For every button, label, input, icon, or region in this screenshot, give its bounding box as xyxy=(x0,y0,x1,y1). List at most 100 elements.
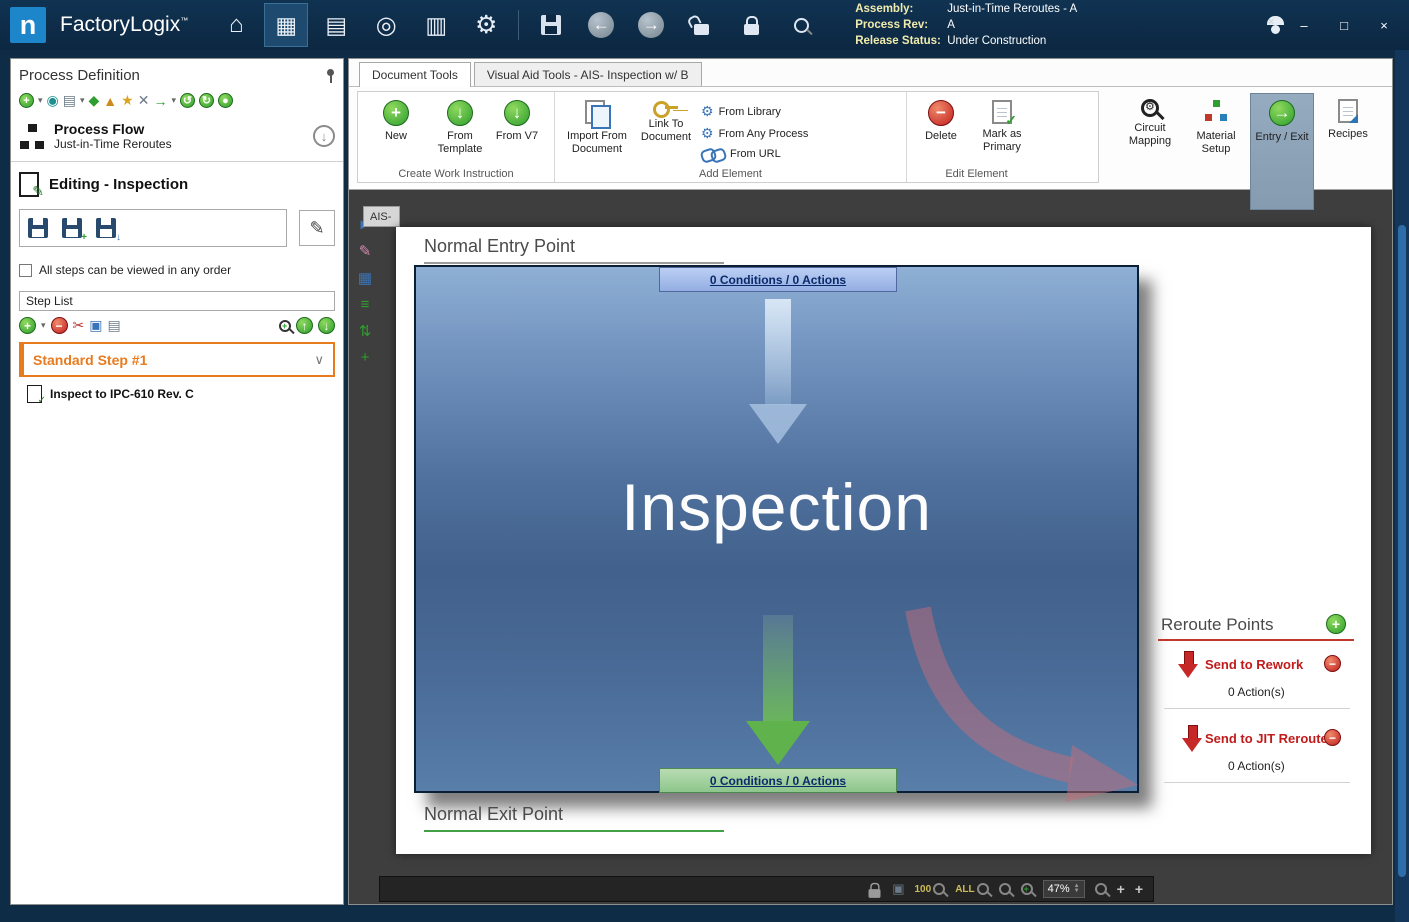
content-area: Document Tools Visual Aid Tools - AIS- I… xyxy=(348,58,1393,905)
audit-search-button[interactable] xyxy=(779,3,823,47)
zoom-fit-all-button[interactable]: ALL xyxy=(955,883,988,895)
zoom-out-icon[interactable] xyxy=(999,883,1011,895)
entry-exit-button[interactable]: → Entry / Exit xyxy=(1250,93,1314,210)
exit-conditions-link[interactable]: 0 Conditions / 0 Actions xyxy=(659,768,897,793)
step-chevron-icon[interactable]: ∨ xyxy=(314,352,324,368)
web-publish-icon[interactable]: ◉ xyxy=(47,92,59,109)
list-view-icon[interactable]: ≡ xyxy=(361,296,370,313)
normal-entry-point-label: Normal Entry Point xyxy=(424,236,575,257)
delete-process-icon[interactable]: ✕ xyxy=(138,92,150,109)
zoom-step-icon[interactable]: + xyxy=(279,320,291,332)
back-icon: ← xyxy=(588,12,614,38)
mark-as-primary-button[interactable]: ✓ Mark as Primary xyxy=(971,96,1033,153)
jit-actions-label[interactable]: 0 Action(s) xyxy=(1228,759,1285,773)
sync-icon[interactable]: ● xyxy=(218,93,233,108)
move-step-up-icon[interactable]: ↑ xyxy=(296,317,313,334)
from-url-button[interactable]: From URL xyxy=(701,147,819,160)
paintbrush-icon[interactable]: ✎ xyxy=(359,242,372,260)
tools-icon[interactable]: ▲ xyxy=(103,93,117,109)
favorite-star-icon[interactable]: ★ xyxy=(121,92,134,109)
tab-document-tools[interactable]: Document Tools xyxy=(359,62,471,87)
process-flow-row[interactable]: Process Flow Just-in-Time Reroutes ↓ xyxy=(19,121,335,151)
close-button[interactable]: × xyxy=(1369,14,1399,36)
add-reroute-button[interactable]: + xyxy=(1326,614,1346,634)
unlock-button[interactable] xyxy=(679,3,723,47)
print-icon[interactable]: ▤ xyxy=(63,92,76,109)
material-setup-button[interactable]: Material Setup xyxy=(1184,93,1248,181)
undo-button[interactable]: ← xyxy=(579,3,623,47)
nav-tracking-button[interactable]: ◎ xyxy=(364,3,408,47)
move-step-down-icon[interactable]: ↓ xyxy=(318,317,335,334)
inspection-operation-box[interactable]: 0 Conditions / 0 Actions Inspection 0 Co… xyxy=(414,265,1139,793)
from-v7-button[interactable]: ↓ From V7 xyxy=(494,96,540,143)
send-to-jit-reroute-link[interactable]: Send to JIT Reroute xyxy=(1205,731,1328,746)
add-process-icon[interactable]: + xyxy=(19,93,34,108)
step-list-header: Step List xyxy=(19,291,335,311)
grid-view-icon[interactable]: ▦ xyxy=(358,269,372,287)
nav-process-definition-button[interactable]: ▦ xyxy=(264,3,308,47)
window-right-scroll-edge[interactable] xyxy=(1395,50,1409,922)
copy-icon[interactable]: ▣ xyxy=(89,317,102,334)
share-icon[interactable]: → xyxy=(153,93,167,109)
rework-actions-label[interactable]: 0 Action(s) xyxy=(1228,685,1285,699)
step-list-item-selected[interactable]: Standard Step #1 ∨ xyxy=(19,342,335,377)
maximize-button[interactable]: □ xyxy=(1329,14,1359,36)
nav-reports-button[interactable]: ▥ xyxy=(414,3,458,47)
ribbon-right-buttons: ⚙ Circuit Mapping Material Setup → Entry… xyxy=(1118,93,1380,210)
stack-icon: ▤ xyxy=(325,12,347,39)
from-template-button[interactable]: ↓ From Template xyxy=(430,96,490,155)
save-definition-button[interactable] xyxy=(23,213,53,243)
snapshot-icon[interactable]: ▣ xyxy=(892,881,904,897)
minimize-button[interactable]: – xyxy=(1289,14,1319,36)
zoom-pan-icon[interactable]: + xyxy=(1135,881,1143,897)
new-button[interactable]: + New xyxy=(366,96,426,143)
edit-step-button[interactable]: ✎ xyxy=(299,210,335,246)
collapse-chevron-icon[interactable]: ↓ xyxy=(313,125,335,147)
circuit-mapping-button[interactable]: ⚙ Circuit Mapping xyxy=(1118,93,1182,181)
nav-settings-button[interactable]: ⚙ xyxy=(464,3,508,47)
add-step-icon[interactable]: + xyxy=(19,317,36,334)
expand-icon[interactable]: + xyxy=(361,349,370,366)
from-library-button[interactable]: ⚙ From Library xyxy=(701,103,819,120)
step-sub-item[interactable]: ✓ Inspect to IPC-610 Rev. C xyxy=(19,385,335,403)
remove-jit-button[interactable]: − xyxy=(1324,729,1341,746)
add-step-caret-icon[interactable]: ▾ xyxy=(41,320,46,331)
link-to-document-button[interactable]: Link To Document xyxy=(635,96,697,143)
reorder-icon[interactable]: ⇅ xyxy=(359,322,372,340)
save-template-button[interactable]: ↓ xyxy=(91,213,121,243)
nav-production-button[interactable]: ▤ xyxy=(314,3,358,47)
share-caret-icon[interactable]: ▾ xyxy=(171,95,176,106)
recipes-button[interactable]: Recipes xyxy=(1316,93,1380,181)
delete-element-button[interactable]: − Delete xyxy=(915,96,967,143)
from-any-process-button[interactable]: ⚙ From Any Process xyxy=(701,125,819,142)
save-import-button[interactable]: + xyxy=(57,213,87,243)
lock-view-icon[interactable] xyxy=(869,889,881,898)
zoom-level-box[interactable]: 47% ▲▼ xyxy=(1043,880,1085,898)
document-tab-ais[interactable]: AIS- xyxy=(363,206,400,227)
normal-exit-point-label: Normal Exit Point xyxy=(424,804,563,825)
history-back-icon[interactable]: ↺ xyxy=(180,93,195,108)
order-checkbox[interactable] xyxy=(19,264,32,277)
remove-step-icon[interactable]: − xyxy=(51,317,68,334)
pin-icon[interactable] xyxy=(325,69,335,83)
zoom-in-icon[interactable]: + xyxy=(1021,883,1033,895)
remove-rework-button[interactable]: − xyxy=(1324,655,1341,672)
print-caret-icon[interactable]: ▾ xyxy=(80,95,85,106)
send-to-rework-link[interactable]: Send to Rework xyxy=(1205,657,1303,672)
flow-tree-icon[interactable]: ◆ xyxy=(89,92,100,109)
pan-icon[interactable]: + xyxy=(1117,881,1125,897)
zoom-region-icon[interactable] xyxy=(1095,883,1107,895)
save-button[interactable] xyxy=(529,3,573,47)
tab-visual-aid-tools[interactable]: Visual Aid Tools - AIS- Inspection w/ B xyxy=(474,62,702,86)
redo-button[interactable]: → xyxy=(629,3,673,47)
nav-home-button[interactable]: ⌂ xyxy=(214,3,258,47)
paste-icon[interactable]: ▤ xyxy=(108,317,121,334)
import-from-document-button[interactable]: Import From Document xyxy=(563,96,631,155)
zoom-stepper[interactable]: ▲▼ xyxy=(1074,884,1080,894)
cut-icon[interactable]: ✂ xyxy=(73,317,85,334)
lock-button[interactable] xyxy=(729,3,773,47)
zoom-100-button[interactable]: 100 xyxy=(915,883,946,895)
add-process-caret-icon[interactable]: ▾ xyxy=(38,95,43,106)
library-gear-icon: ⚙ xyxy=(701,103,714,120)
history-forward-icon[interactable]: ↻ xyxy=(199,93,214,108)
